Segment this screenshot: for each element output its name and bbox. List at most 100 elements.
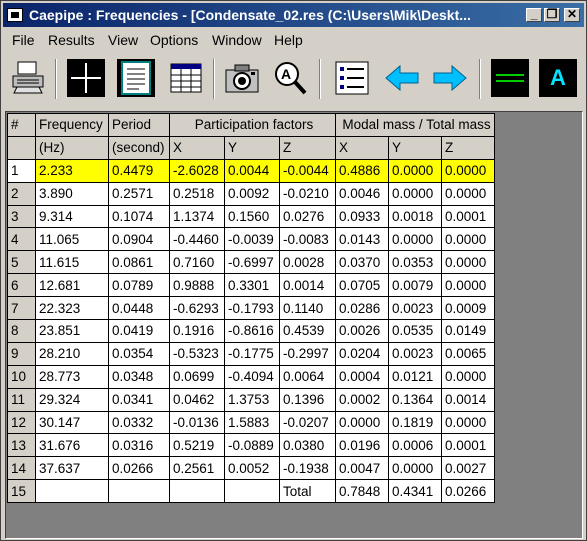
table-cell[interactable]: 0.0341: [108, 387, 170, 412]
table-cell[interactable]: 0.0149: [441, 319, 495, 343]
table-cell[interactable]: 0.0046: [335, 181, 389, 206]
table-cell[interactable]: 2.233: [35, 158, 109, 183]
table-cell[interactable]: 0.0419: [108, 319, 170, 343]
menu-view[interactable]: View: [108, 29, 138, 51]
table-row[interactable]: 8 23.851 0.0419 0.1916 -0.8616 0.4539 0.0026 0.…: [7, 319, 495, 343]
table-cell[interactable]: 30.147: [35, 410, 109, 435]
menu-options[interactable]: Options: [150, 29, 198, 51]
table-cell[interactable]: 0.4479: [108, 158, 170, 183]
table-cell[interactable]: 0.0000: [388, 181, 442, 206]
table-cell[interactable]: 11.615: [35, 250, 109, 275]
menu-file[interactable]: File: [12, 29, 35, 51]
document-icon[interactable]: [117, 59, 155, 97]
table-row[interactable]: 10 28.773 0.0348 0.0699 -0.4094 0.0064 0.0004 0…: [7, 364, 495, 389]
table-cell[interactable]: 0.0079: [388, 273, 442, 298]
table-cell[interactable]: 0.0000: [441, 227, 495, 252]
table-cell[interactable]: 0.0316: [108, 433, 170, 458]
table-cell[interactable]: -0.0083: [279, 227, 336, 252]
table-cell[interactable]: 0.0276: [279, 204, 336, 229]
table-cell[interactable]: 28.210: [35, 341, 109, 366]
table-cell[interactable]: 0.4539: [279, 319, 336, 343]
table-row[interactable]: 14 37.637 0.0266 0.2561 0.0052 -0.1938 0.0047 0…: [7, 456, 495, 481]
table-cell[interactable]: 0.0023: [388, 341, 442, 366]
table-row[interactable]: 7 22.323 0.0448 -0.6293 -0.1793 0.1140 0.0286 0…: [7, 296, 495, 321]
table-cell[interactable]: 0.0023: [388, 296, 442, 321]
table-cell[interactable]: 0.7160: [169, 250, 225, 275]
table-cell[interactable]: 0.0026: [335, 319, 389, 343]
table-cell[interactable]: 0.7848: [335, 479, 389, 504]
table-cell[interactable]: 0.2571: [108, 181, 170, 206]
restore-button[interactable]: ❐: [544, 8, 560, 22]
table-cell[interactable]: 0.0052: [224, 456, 280, 481]
table-icon[interactable]: [167, 59, 205, 97]
right-arrow-icon[interactable]: [431, 59, 469, 97]
printer-icon[interactable]: [9, 59, 47, 97]
table-cell[interactable]: [169, 479, 225, 504]
table-cell[interactable]: 0.0699: [169, 364, 225, 389]
table-cell[interactable]: 0.2561: [169, 456, 225, 481]
table-cell[interactable]: 0.5219: [169, 433, 225, 458]
table-cell[interactable]: 0.1364: [388, 387, 442, 412]
table-cell[interactable]: 3.890: [35, 181, 109, 206]
table-cell[interactable]: 0.1074: [108, 204, 170, 229]
table-cell[interactable]: 0.0028: [279, 250, 336, 275]
table-cell[interactable]: 0.2518: [169, 181, 225, 206]
title-bar[interactable]: Caepipe : Frequencies - [Condensate_02.r…: [3, 3, 584, 27]
table-cell[interactable]: 1.1374: [169, 204, 225, 229]
table-cell[interactable]: 0.0047: [335, 456, 389, 481]
table-cell[interactable]: 0.0092: [224, 181, 280, 206]
table-cell[interactable]: 0.1396: [279, 387, 336, 412]
table-cell[interactable]: 0.4886: [335, 158, 389, 183]
table-cell[interactable]: -2.6028: [169, 158, 225, 183]
menu-results[interactable]: Results: [48, 29, 95, 51]
table-cell[interactable]: 0.0462: [169, 387, 225, 412]
table-cell[interactable]: 0.0789: [108, 273, 170, 298]
close-button[interactable]: ✕: [564, 8, 580, 22]
table-cell[interactable]: 0.0332: [108, 410, 170, 435]
table-cell[interactable]: 0.0354: [108, 341, 170, 366]
table-cell[interactable]: 0.0000: [388, 158, 442, 183]
line-icon[interactable]: [491, 59, 529, 97]
table-cell[interactable]: [224, 479, 280, 504]
table-cell[interactable]: 0.0000: [441, 364, 495, 389]
grid-icon[interactable]: [67, 59, 105, 97]
table-cell[interactable]: 11.065: [35, 227, 109, 252]
table-cell[interactable]: -0.0136: [169, 410, 225, 435]
table-cell[interactable]: -0.0039: [224, 227, 280, 252]
table-cell[interactable]: 0.0861: [108, 250, 170, 275]
search-icon[interactable]: A: [271, 59, 309, 97]
table-cell[interactable]: -0.2997: [279, 341, 336, 366]
table-cell[interactable]: 0.0006: [388, 433, 442, 458]
table-cell[interactable]: 1.5883: [224, 410, 280, 435]
app-icon[interactable]: [7, 8, 23, 22]
table-row[interactable]: 5 11.615 0.0861 0.7160 -0.6997 0.0028 0.0370 0.…: [7, 250, 495, 275]
table-cell[interactable]: 0.0014: [441, 387, 495, 412]
table-cell[interactable]: 0.0000: [388, 456, 442, 481]
table-cell[interactable]: 0.0266: [108, 456, 170, 481]
table-row[interactable]: 2 3.890 0.2571 0.2518 0.0092 -0.0210 0.0046 0.0…: [7, 181, 495, 206]
table-cell[interactable]: 29.324: [35, 387, 109, 412]
table-cell[interactable]: 0.0705: [335, 273, 389, 298]
table-cell[interactable]: 0.0009: [441, 296, 495, 321]
table-row[interactable]: 1 2.233 0.4479 -2.6028 0.0044 -0.0044 0.4886 0.…: [7, 158, 495, 183]
table-row[interactable]: 9 28.210 0.0354 -0.5323 -0.1775 -0.2997 0.0204…: [7, 341, 495, 366]
table-cell[interactable]: 0.0370: [335, 250, 389, 275]
table-cell[interactable]: 0.0000: [441, 158, 495, 183]
table-cell[interactable]: 0.0000: [441, 273, 495, 298]
font-icon[interactable]: A: [539, 59, 577, 97]
list-icon[interactable]: [333, 59, 371, 97]
table-cell[interactable]: -0.4094: [224, 364, 280, 389]
table-cell[interactable]: 0.0027: [441, 456, 495, 481]
table-cell[interactable]: 0.0535: [388, 319, 442, 343]
table-cell[interactable]: -0.8616: [224, 319, 280, 343]
table-cell[interactable]: 0.0121: [388, 364, 442, 389]
table-cell[interactable]: 0.0448: [108, 296, 170, 321]
table-cell[interactable]: 0.1819: [388, 410, 442, 435]
table-cell[interactable]: Total: [279, 479, 336, 504]
table-cell[interactable]: 12.681: [35, 273, 109, 298]
frequencies-grid[interactable]: # Frequency Period Participation factors…: [5, 111, 583, 539]
table-cell[interactable]: 1.3753: [224, 387, 280, 412]
table-cell[interactable]: -0.4460: [169, 227, 225, 252]
table-cell[interactable]: 0.1916: [169, 319, 225, 343]
table-cell[interactable]: 0.0266: [441, 479, 495, 504]
